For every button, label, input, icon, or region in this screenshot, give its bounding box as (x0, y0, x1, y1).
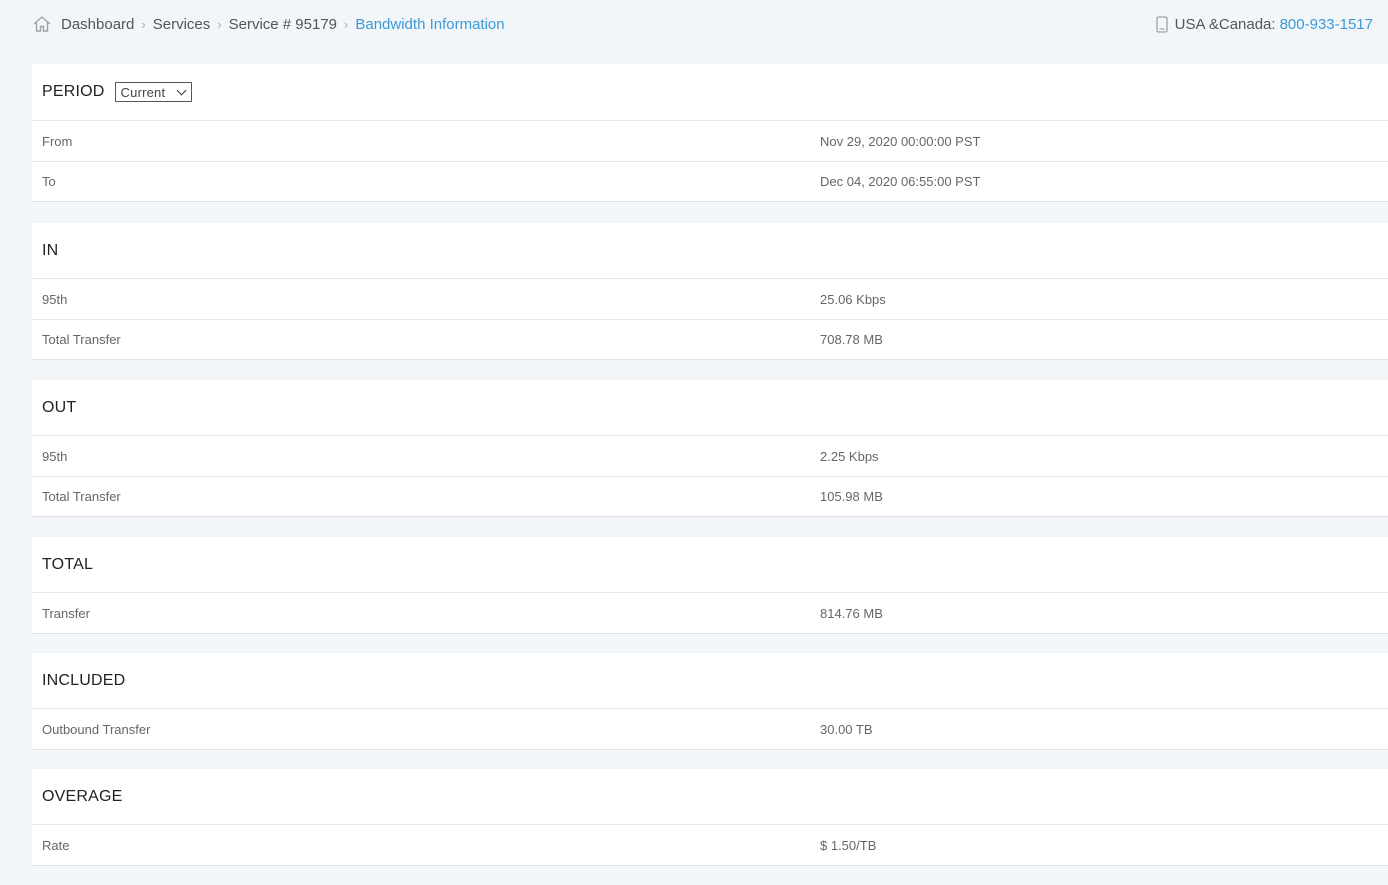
phone-icon (1156, 16, 1168, 33)
out-panel: OUT 95th 2.25 Kbps Total Transfer 105.98… (32, 380, 1388, 517)
out-row-total-transfer: Total Transfer 105.98 MB (32, 476, 1388, 516)
row-label: Rate (42, 837, 70, 853)
row-value: $ 1.50/TB (820, 837, 877, 853)
breadcrumb-service[interactable]: Service # 95179 (229, 16, 337, 33)
period-header: PERIOD Current (32, 64, 1388, 121)
in-panel: IN 95th 25.06 Kbps Total Transfer 708.78… (32, 223, 1388, 360)
row-label: Transfer (42, 605, 90, 621)
row-label: Outbound Transfer (42, 721, 151, 737)
period-panel: PERIOD Current From Nov 29, 2020 00:00:0… (32, 64, 1388, 202)
period-select-value: Current (120, 84, 166, 100)
contact-info: USA &Canada: 800-933-1517 (1156, 16, 1373, 33)
contact-phone-number[interactable]: 800-933-1517 (1280, 16, 1373, 33)
breadcrumb: Dashboard › Services › Service # 95179 ›… (32, 15, 505, 33)
overage-row-rate: Rate $ 1.50/TB (32, 825, 1388, 865)
in-header: IN (32, 223, 1388, 279)
row-value: 30.00 TB (820, 721, 873, 737)
chevron-down-icon (176, 85, 186, 96)
row-value: Nov 29, 2020 00:00:00 PST (820, 133, 981, 149)
period-select[interactable]: Current (114, 82, 192, 102)
row-label: To (42, 174, 56, 189)
out-header: OUT (32, 380, 1388, 436)
row-label: Total Transfer (42, 489, 121, 504)
total-title: TOTAL (42, 555, 94, 573)
overage-header: OVERAGE (32, 769, 1388, 825)
breadcrumb-services[interactable]: Services (153, 16, 211, 33)
row-label: From (42, 133, 73, 149)
total-header: TOTAL (32, 537, 1388, 593)
in-row-total-transfer: Total Transfer 708.78 MB (32, 319, 1388, 359)
breadcrumb-bandwidth-information[interactable]: Bandwidth Information (355, 16, 504, 33)
out-row-95th: 95th 2.25 Kbps (32, 436, 1388, 476)
chevron-right-icon: › (141, 16, 146, 32)
period-title: PERIOD (42, 83, 105, 100)
chevron-right-icon: › (344, 16, 349, 32)
home-icon[interactable] (32, 15, 52, 33)
total-row-transfer: Transfer 814.76 MB (32, 593, 1388, 633)
row-value: 105.98 MB (820, 489, 883, 504)
total-panel: TOTAL Transfer 814.76 MB (32, 537, 1388, 634)
row-value: 25.06 Kbps (820, 291, 886, 307)
included-row-outbound-transfer: Outbound Transfer 30.00 TB (32, 709, 1388, 749)
included-panel: INCLUDED Outbound Transfer 30.00 TB (32, 653, 1388, 750)
out-title: OUT (42, 398, 77, 416)
period-row-from: From Nov 29, 2020 00:00:00 PST (32, 121, 1388, 161)
row-value: 814.76 MB (820, 605, 883, 621)
row-label: Total Transfer (42, 332, 121, 347)
breadcrumb-dashboard[interactable]: Dashboard (61, 16, 134, 33)
row-value: 708.78 MB (820, 332, 883, 347)
included-title: INCLUDED (42, 671, 126, 689)
in-title: IN (42, 241, 59, 259)
row-value: 2.25 Kbps (820, 448, 879, 464)
row-label: 95th (42, 448, 68, 464)
overage-panel: OVERAGE Rate $ 1.50/TB (32, 769, 1388, 866)
row-label: 95th (42, 291, 68, 307)
contact-label: USA &Canada: (1174, 16, 1276, 33)
in-row-95th: 95th 25.06 Kbps (32, 279, 1388, 319)
overage-title: OVERAGE (42, 787, 123, 805)
top-bar: Dashboard › Services › Service # 95179 ›… (0, 0, 1388, 52)
period-row-to: To Dec 04, 2020 06:55:00 PST (32, 161, 1388, 201)
included-header: INCLUDED (32, 653, 1388, 709)
row-value: Dec 04, 2020 06:55:00 PST (820, 174, 981, 189)
chevron-right-icon: › (217, 16, 222, 32)
